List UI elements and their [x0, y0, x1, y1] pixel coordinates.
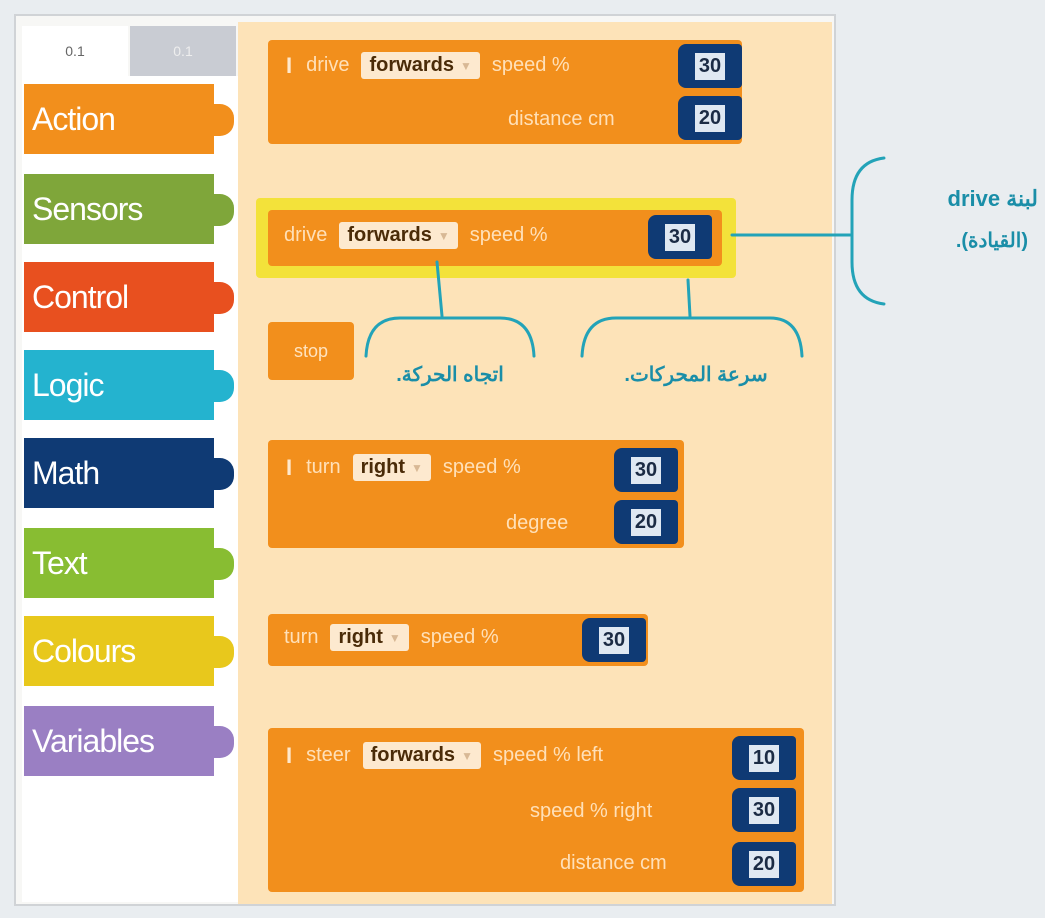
annotation-callouts	[364, 156, 886, 358]
speed-callout-line	[686, 278, 692, 318]
direction-callout-bracket	[364, 316, 536, 358]
drive-block-annotation-title: لبنة drive	[947, 186, 1038, 211]
speed-callout-bracket	[580, 316, 804, 358]
direction-annotation: اتجاه الحركة.	[396, 364, 504, 386]
direction-callout-line	[435, 260, 444, 318]
drive-block-annotation-subtitle: (القيادة).	[955, 230, 1028, 252]
speed-annotation: سرعة المحركات.	[624, 364, 768, 386]
drive-callout-bracket	[850, 156, 886, 306]
